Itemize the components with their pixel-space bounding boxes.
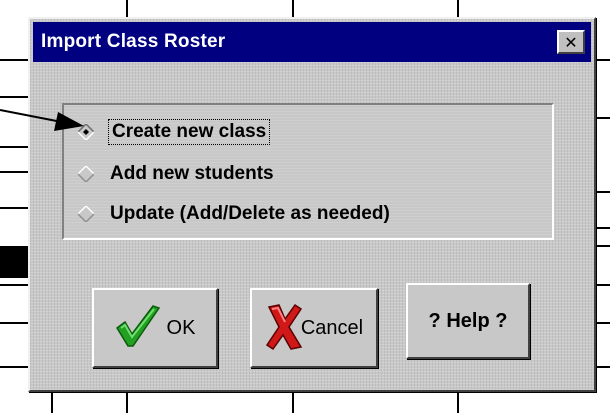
roster-option-group: Create new class Add new students Update…: [62, 103, 554, 240]
title-bar[interactable]: Import Class Roster ✕: [33, 22, 591, 62]
radio-diamond-icon[interactable]: [78, 166, 94, 182]
option-add-new-students[interactable]: Add new students: [78, 159, 274, 189]
close-icon: ✕: [564, 32, 578, 52]
x-mark-icon: [265, 303, 303, 351]
radio-diamond-icon[interactable]: [78, 206, 94, 222]
ok-button-label: OK: [166, 316, 196, 339]
close-button[interactable]: ✕: [557, 30, 585, 54]
cancel-button-label: Cancel: [300, 316, 364, 339]
import-class-roster-dialog: Import Class Roster ✕ Create new class A…: [28, 17, 596, 392]
option-label-update: Update (Add/Delete as needed): [110, 203, 390, 224]
radio-diamond-selected-icon[interactable]: [78, 124, 94, 140]
dialog-title: Import Class Roster: [41, 31, 226, 52]
checkmark-icon: [115, 304, 161, 348]
option-create-new-class[interactable]: Create new class: [78, 117, 271, 147]
option-label-add-new-students: Add new students: [110, 163, 274, 184]
ok-button[interactable]: OK: [92, 288, 218, 368]
help-button-label: ? Help ?: [428, 309, 508, 332]
option-label-create-new-class: Create new class: [107, 119, 271, 145]
help-button[interactable]: ? Help ?: [406, 283, 530, 359]
option-update[interactable]: Update (Add/Delete as needed): [78, 199, 390, 229]
cancel-button[interactable]: Cancel: [250, 288, 378, 368]
